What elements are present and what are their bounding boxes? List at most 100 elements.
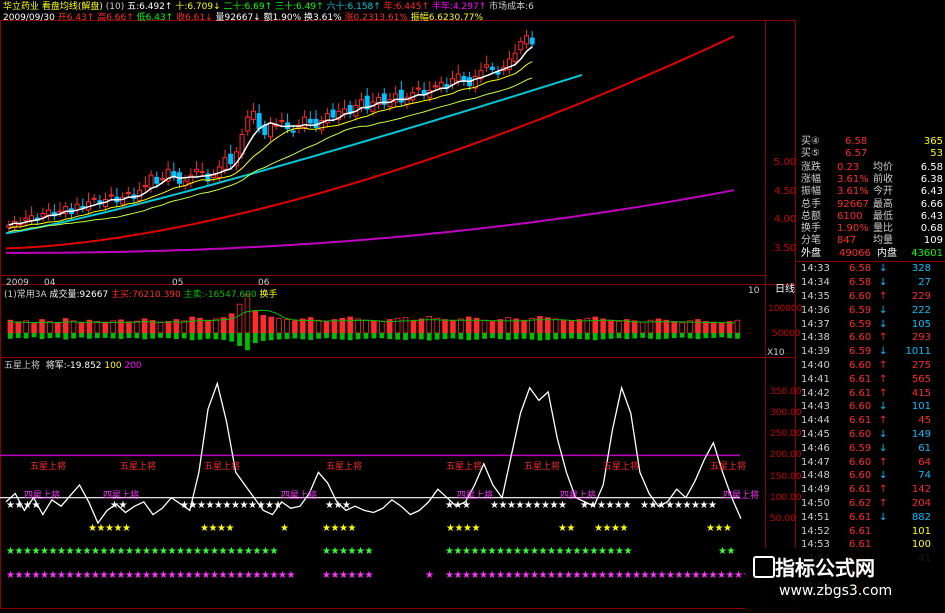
volume-bar — [418, 318, 425, 334]
volume-bar — [323, 321, 330, 334]
volume-value: 成交量:92667 — [49, 290, 109, 300]
volume-bar — [47, 321, 53, 334]
header-item: 额1.90% — [263, 13, 305, 23]
volume-bar-negative — [189, 333, 195, 341]
candle — [228, 153, 234, 165]
volume-bar — [560, 319, 567, 334]
tick-time: 14:49 — [801, 484, 830, 496]
candle — [341, 108, 347, 115]
volume-bar — [181, 320, 188, 334]
trade-tick-row: 14:52 6.61 101 — [797, 526, 945, 538]
volume-bar — [260, 314, 267, 334]
volume-sell: 主卖:-16547.600 — [183, 290, 257, 300]
volume-bar-negative — [474, 333, 480, 340]
volume-bar — [157, 322, 164, 334]
tick-direction: ↓ — [879, 346, 888, 358]
candle — [484, 64, 490, 68]
candle — [142, 185, 148, 188]
volume-bar — [252, 310, 259, 334]
candle — [307, 118, 313, 124]
volume-bar-negative — [426, 333, 432, 341]
stat-value: 0.68 — [920, 223, 943, 234]
volume-bar-negative — [640, 333, 645, 338]
tick-direction: ↓ — [879, 304, 888, 316]
candle — [438, 81, 444, 89]
outer-inner-row: 外盘 49066 内盘 43601 — [797, 248, 945, 260]
volume-bar-negative — [482, 333, 487, 339]
candle — [415, 87, 421, 90]
tick-price: 6.60 — [849, 429, 872, 440]
volume-bar-negative — [632, 333, 638, 339]
volume-bar-negative — [600, 333, 606, 340]
indicator-val3: 200 — [124, 361, 142, 371]
stat-value: 1.90% — [837, 223, 869, 234]
stat-value: 3.61% — [837, 174, 869, 186]
candle — [23, 217, 29, 221]
stat-row: 分笔 847 均量 109 — [797, 235, 945, 247]
tick-direction: ↑ — [879, 373, 888, 385]
header-item: 换3.61% — [304, 13, 345, 23]
watermark-url: www.zbgs3.com — [779, 583, 893, 599]
candle — [268, 122, 273, 138]
candle — [6, 224, 12, 228]
volume-bar-negative — [221, 333, 227, 340]
date-label: 10 — [748, 286, 760, 296]
volume-bar-negative — [545, 333, 551, 340]
stat-key: 换手 — [801, 223, 821, 234]
volume-bar-negative — [442, 333, 448, 340]
volume-bar-negative — [663, 333, 669, 339]
volume-bar — [671, 321, 678, 334]
period-label[interactable]: 日线 — [775, 284, 795, 296]
tick-volume: 45 — [918, 415, 931, 427]
volume-bar — [576, 319, 583, 334]
tick-volume: 64 — [918, 456, 931, 468]
volume-bar-negative — [316, 333, 321, 339]
volume-bar-negative — [166, 333, 171, 339]
star-mark: ★ — [727, 546, 736, 557]
tick-time: 14:38 — [801, 332, 830, 344]
tick-volume: 101 — [911, 525, 931, 537]
candle — [125, 192, 131, 195]
tick-volume: 293 — [911, 332, 931, 344]
price-tick: 5.00 — [774, 157, 797, 168]
indicator-header: 五星上将 将军:-19.852 100 200 — [4, 360, 142, 372]
tick-price: 6.61 — [849, 525, 872, 537]
tick-time: 14:46 — [801, 442, 830, 454]
date-label: 05 — [172, 278, 184, 288]
volume-bar — [442, 319, 448, 334]
price-plot — [5, 30, 735, 254]
volume-bar-negative — [205, 333, 211, 339]
volume-bar — [426, 315, 433, 334]
volume-bar-negative — [466, 333, 472, 341]
tick-time: 14:42 — [801, 387, 830, 399]
trade-tick-row: 14:45 6.60 ↓ 149 — [797, 429, 945, 441]
indicator-plot: ★ ★ ★ ★ ★ ★ ★ ★ ★ ★ ★ ★ ★ ★ ★ ★ ★ ★ ★ ★ ★ ★ ★ ★ ★ ★ ★ ★ ★ ★ ★ ★ ★ ★ ★ ★ ★ ★ ★ ★… — [0, 381, 752, 581]
stat-value: 6.43 — [920, 186, 943, 198]
volume-bar-negative — [284, 333, 290, 340]
trade-tick-row: 14:50 6.62 ↑ 204 — [797, 498, 945, 510]
volume-bar-negative — [94, 333, 100, 339]
tick-direction: ↑ — [879, 415, 888, 427]
volume-bar-negative — [118, 333, 124, 339]
trade-tick-row: 14:36 6.59 ↓ 222 — [797, 305, 945, 317]
volume-bar-negative — [260, 333, 266, 341]
candle — [29, 215, 35, 221]
stat-row: 涨幅 3.61% 前收 6.38 — [797, 174, 945, 186]
volume-bar-negative — [158, 333, 163, 338]
volume-bar — [315, 319, 322, 334]
volume-bar — [205, 319, 211, 334]
volume-bar-negative — [102, 333, 108, 338]
volume-bar-negative — [529, 333, 535, 340]
volume-bar-negative — [695, 333, 701, 340]
candle — [194, 168, 200, 173]
tick-price: 6.59 — [849, 318, 872, 330]
header-line-1: 华立药业 看盘均线(解盘) (10) 五:6.492↑ 十:6.709↓ 二十:… — [3, 2, 534, 13]
date-label: 04 — [44, 278, 56, 288]
tick-price: 6.61 — [849, 484, 872, 496]
volume-unit: X10 — [767, 348, 785, 358]
tick-price: 6.60 — [849, 332, 872, 344]
candle — [40, 212, 46, 218]
candle — [199, 171, 205, 174]
tick-price: 6.60 — [849, 401, 872, 413]
volume-bar — [521, 319, 527, 334]
